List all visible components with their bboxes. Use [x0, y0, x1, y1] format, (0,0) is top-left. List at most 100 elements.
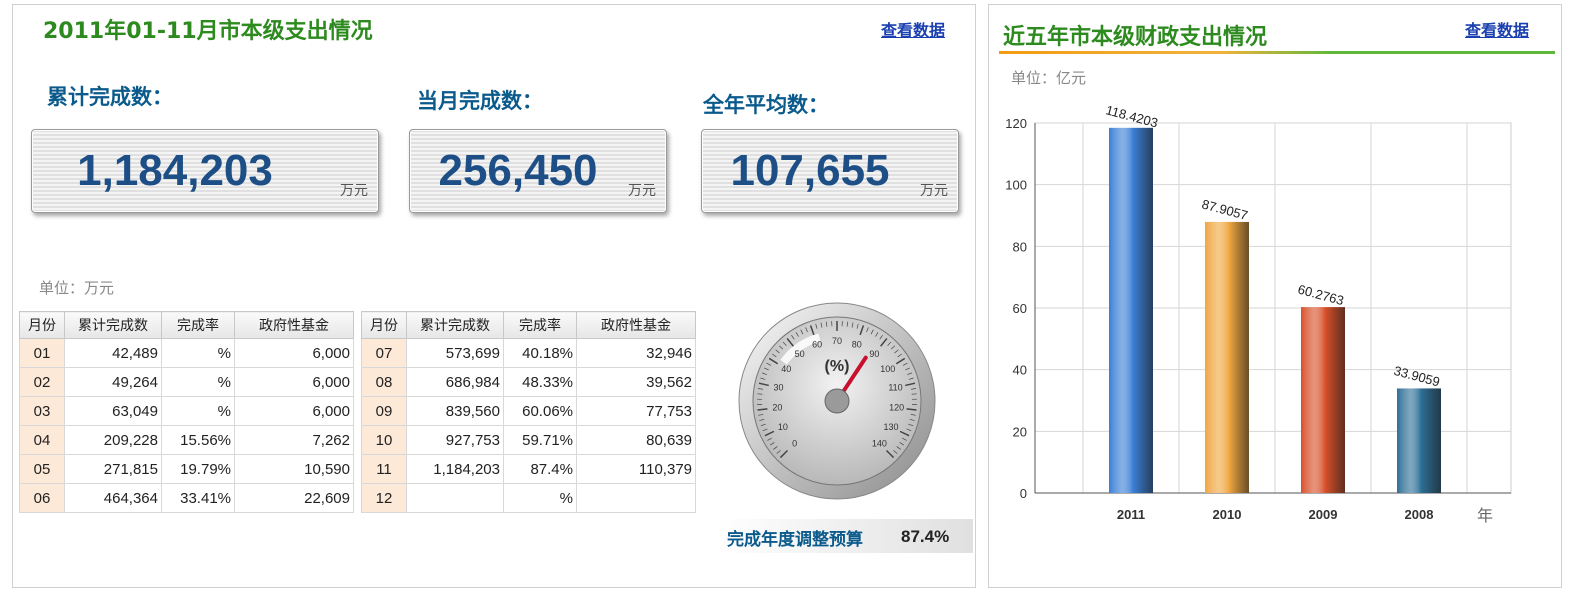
table-header-row: 月份 累计完成数 完成率 政府性基金 [19, 311, 354, 339]
col-rate: 完成率 [161, 311, 235, 339]
cell-rate: 15.56% [161, 425, 235, 455]
cell-cumulative: 927,753 [406, 425, 504, 455]
expenditure-summary-panel: 2011年01-11月市本级支出情况 查看数据 累计完成数： 当月完成数： 全年… [12, 4, 976, 588]
cell-cumulative: 209,228 [64, 425, 162, 455]
bar-shade-2009 [1301, 307, 1345, 493]
gauge-tick-label: 90 [869, 349, 879, 359]
five-year-bar-chart: 020406080100120 118.4203201187.9057201060… [1005, 102, 1512, 525]
cell-rate: % [161, 396, 235, 426]
cell-month: 06 [19, 483, 65, 513]
x-tick-label: 2009 [1309, 507, 1338, 522]
cell-fund: 80,639 [576, 425, 696, 455]
cell-fund [576, 483, 696, 513]
cell-fund: 22,609 [234, 483, 354, 513]
gauge-tick-label: 70 [832, 336, 842, 346]
col-fund: 政府性基金 [234, 311, 354, 339]
cell-fund: 6,000 [234, 338, 354, 368]
panel-title: 近五年市本级财政支出情况 [1003, 25, 1268, 50]
completion-gauge: 0 10 20 30 40 50 60 70 80 90100 110 120 130 140 (%) [738, 302, 936, 500]
y-tick-label: 100 [1005, 178, 1027, 193]
cell-cumulative: 1,184,203 [406, 454, 504, 484]
y-tick-label: 120 [1005, 116, 1027, 131]
unit-note: 单位：万元 [39, 279, 115, 297]
bar-shade-2008 [1397, 388, 1441, 493]
x-tick-label: 2010 [1213, 507, 1242, 522]
cell-month: 11 [361, 454, 407, 484]
bar-shade-2011 [1109, 127, 1153, 494]
table-row: 07 573,699 40.18% 32,946 [361, 338, 696, 368]
col-cumulative: 累计完成数 [64, 311, 162, 339]
y-tick-label: 60 [1013, 301, 1027, 316]
gauge-center-label: (%) [825, 358, 850, 375]
col-cumulative: 累计完成数 [406, 311, 504, 339]
y-tick-label: 0 [1020, 486, 1027, 501]
cell-rate: 60.06% [503, 396, 577, 426]
cumulative-label: 累计完成数： [47, 84, 173, 109]
cell-cumulative: 686,984 [406, 367, 504, 397]
cell-month: 09 [361, 396, 407, 426]
table-row: 12% [361, 483, 696, 513]
cell-fund: 32,946 [576, 338, 696, 368]
gauge-tick-label: 0 [792, 438, 797, 448]
cell-fund: 6,000 [234, 396, 354, 426]
cell-rate: % [161, 338, 235, 368]
gauge-tick-label: 140 [872, 438, 887, 448]
y-tick-label: 80 [1013, 239, 1027, 254]
view-data-link[interactable]: 查看数据 [881, 17, 945, 41]
cell-fund: 110,379 [576, 454, 696, 484]
col-month: 月份 [19, 311, 65, 339]
cell-month: 05 [19, 454, 65, 484]
annual-average-label: 全年平均数： [703, 92, 829, 117]
cell-rate: 59.71% [503, 425, 577, 455]
table-header-row: 月份 累计完成数 完成率 政府性基金 [361, 311, 696, 339]
y-tick-label: 40 [1013, 363, 1027, 378]
cell-cumulative: 42,489 [64, 338, 162, 368]
bar-shade-2010 [1205, 221, 1249, 493]
five-year-panel: 近五年市本级财政支出情况 查看数据 单位：亿元 0 20 40 60 80 100 120 1… [988, 4, 1562, 588]
cell-cumulative: 271,815 [64, 454, 162, 484]
view-data-link[interactable]: 查看数据 [1465, 17, 1529, 41]
gauge-tick-label: 10 [778, 422, 788, 432]
y-tick-label: 20 [1013, 424, 1027, 439]
col-fund: 政府性基金 [576, 311, 696, 339]
cell-rate: 33.41% [161, 483, 235, 513]
cell-rate: 19.79% [161, 454, 235, 484]
cell-month: 08 [361, 367, 407, 397]
cell-rate: % [503, 483, 577, 513]
gauge-hub [824, 388, 850, 414]
average-box: 107,655 万元 [701, 129, 959, 213]
cell-month: 10 [361, 425, 407, 455]
cell-fund: 6,000 [234, 367, 354, 397]
cell-cumulative: 464,364 [64, 483, 162, 513]
x-tick-label: 2008 [1405, 507, 1434, 522]
monthly-table-1: 月份 累计完成数 完成率 政府性基金 01 42,489% 6,000 02 49,26… [19, 311, 354, 513]
cell-month: 07 [361, 338, 407, 368]
gauge-tick-label: 20 [772, 403, 782, 413]
gauge-tick-label: 50 [795, 349, 805, 359]
cumulative-unit: 万元 [340, 183, 368, 199]
panel-title: 2011年01-11月市本级支出情况 [43, 19, 373, 44]
table-row: 11 1,184,203 87.4% 110,379 [361, 454, 696, 484]
gauge-tick-label: 40 [781, 364, 791, 374]
cell-month: 01 [19, 338, 65, 368]
gauge-caption-value: 87.4% [901, 527, 950, 546]
gauge-caption: 完成年度调整预算 87.4% [717, 519, 973, 553]
cell-month: 04 [19, 425, 65, 455]
cumulative-box: 1,184,203 万元 [31, 129, 379, 213]
cell-month: 12 [361, 483, 407, 513]
table-row: 01 42,489% 6,000 [19, 338, 354, 368]
cell-rate: 40.18% [503, 338, 577, 368]
cell-fund: 7,262 [234, 425, 354, 455]
table-row: 05 271,815 19.79% 10,590 [19, 454, 354, 484]
gauge-tick-label: 100 [880, 364, 895, 374]
monthly-table-2: 月份 累计完成数 完成率 政府性基金 07 573,699 40.18% 32,946… [361, 311, 696, 513]
monthly-unit: 万元 [628, 183, 656, 199]
monthly-box: 256,450 万元 [409, 129, 667, 213]
cumulative-value: 1,184,203 [77, 146, 273, 195]
cell-fund: 10,590 [234, 454, 354, 484]
gauge-tick-label: 110 [888, 383, 902, 393]
cell-rate: % [161, 367, 235, 397]
x-axis-label: 年 [1477, 506, 1493, 525]
cell-cumulative: 839,560 [406, 396, 504, 426]
col-month: 月份 [361, 311, 407, 339]
